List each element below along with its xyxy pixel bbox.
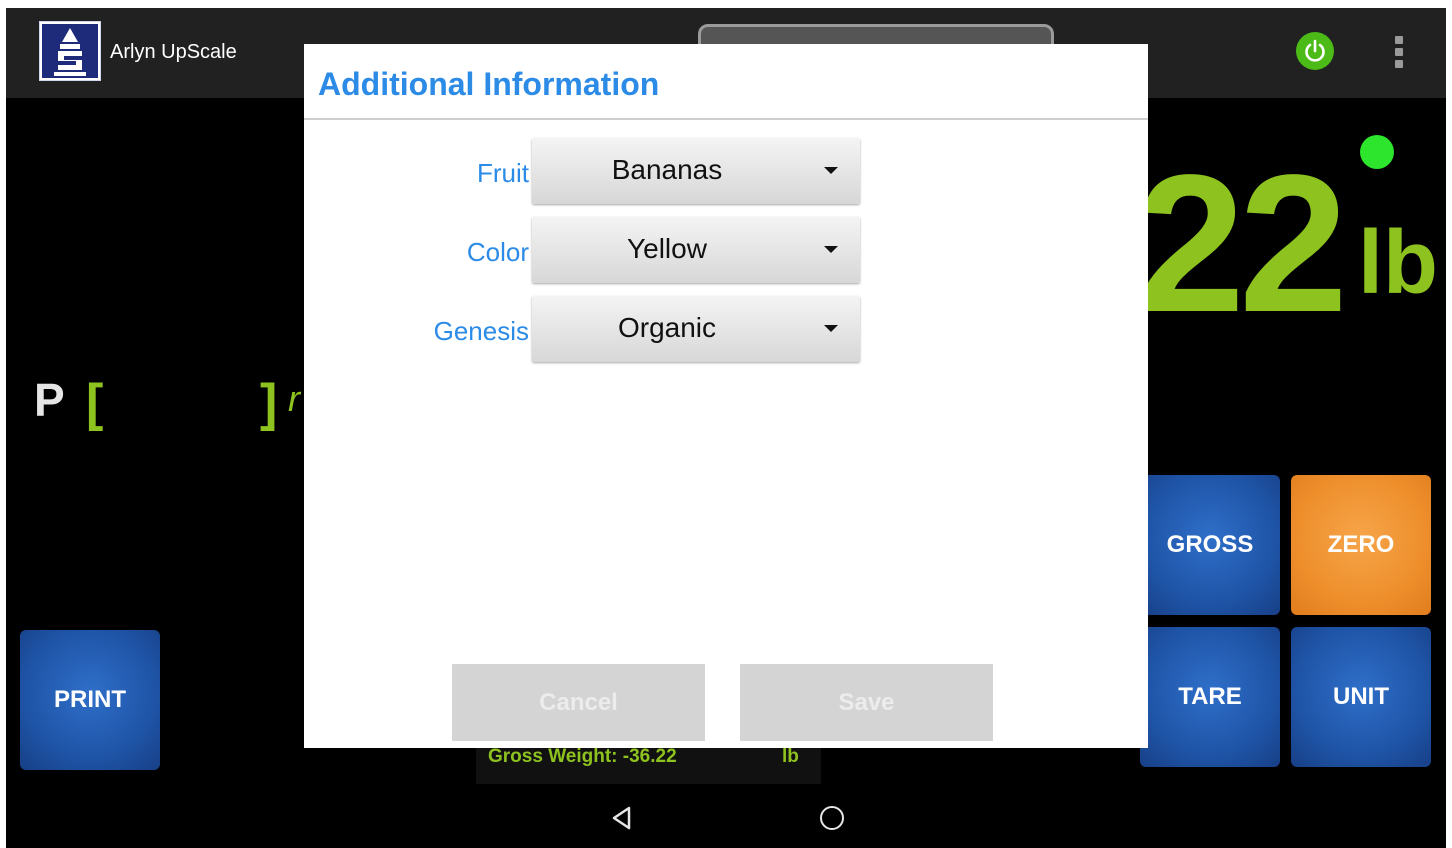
genesis-label: Genesis [433,316,529,346]
color-value: Yellow [627,233,707,264]
fruit-value: Bananas [611,154,723,185]
print-button[interactable]: PRINT [20,630,160,770]
more-vert-icon[interactable] [1392,36,1406,70]
gross-weight-unit: lb [782,746,799,767]
dialog-divider [304,118,1148,120]
gross-weight-label: Gross Weight: -36.22 [488,746,677,767]
nav-home-icon[interactable] [820,806,844,830]
genesis-dropdown[interactable]: Organic [532,296,860,362]
chevron-down-icon [824,246,838,253]
chevron-down-icon [824,167,838,174]
plu-open-bracket: [ [86,374,104,432]
weight-display: 22 [1136,134,1348,353]
plu-close-bracket: ] [260,374,278,432]
fruit-dropdown[interactable]: Bananas [532,138,860,204]
plu-suffix: r [288,378,300,419]
tare-button[interactable]: TARE [1140,627,1280,767]
zero-button[interactable]: ZERO [1291,475,1431,615]
cancel-button[interactable]: Cancel [452,664,705,741]
gross-button[interactable]: GROSS [1140,475,1280,615]
color-dropdown[interactable]: Yellow [532,217,860,283]
color-label: Color [466,237,529,267]
power-icon[interactable] [1296,32,1334,70]
additional-info-dialog: Additional Information Fruit Bananas Col… [304,44,1148,748]
app-title: Arlyn UpScale [110,41,237,63]
fruit-label: Fruit [477,158,529,188]
dialog-title: Additional Information [318,66,660,102]
stable-indicator [1360,135,1394,169]
plu-prefix: P [34,374,65,426]
genesis-value: Organic [617,312,717,343]
arlyn-logo [39,21,101,81]
chevron-down-icon [824,325,838,332]
weight-unit: lb [1358,213,1438,313]
nav-back-icon[interactable] [610,806,634,830]
save-button[interactable]: Save [740,664,993,741]
unit-button[interactable]: UNIT [1291,627,1431,767]
